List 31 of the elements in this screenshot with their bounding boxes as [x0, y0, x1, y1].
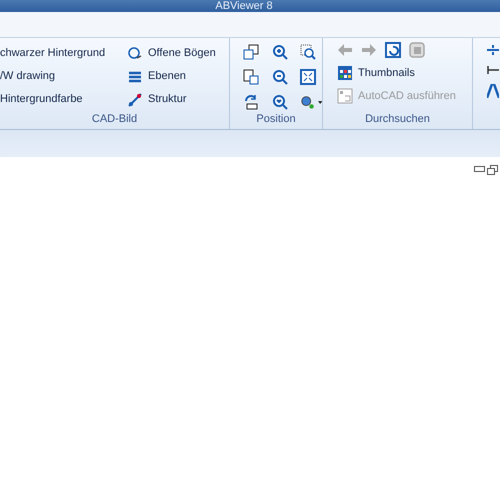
- rotate-icon[interactable]: [243, 94, 259, 110]
- ribbon-button[interactable]: Hintergrundfarbe: [0, 88, 127, 111]
- document-icon: [337, 88, 353, 104]
- ribbon-button[interactable]: /W drawing: [0, 65, 127, 88]
- refresh-page-icon[interactable]: [385, 42, 401, 58]
- zoom-window-icon[interactable]: [300, 44, 316, 60]
- structure-icon: [127, 92, 143, 108]
- window-title: ABViewer 8: [215, 1, 273, 12]
- zoom-in-icon[interactable]: [272, 44, 288, 60]
- pages-icon[interactable]: [243, 44, 259, 60]
- group-label: Durchsuchen: [364, 112, 431, 127]
- dropdown-caret-icon[interactable]: [318, 100, 322, 104]
- circle-icon: [127, 46, 143, 62]
- dimension-icon[interactable]: [487, 64, 499, 76]
- zoom-previous-icon[interactable]: [272, 94, 288, 110]
- grid-icon: [337, 65, 353, 81]
- ribbon-button[interactable]: Ebenen: [127, 65, 216, 88]
- ribbon-button[interactable]: Struktur: [127, 88, 216, 111]
- ribbon-button[interactable]: chwarzer Hintergrund: [0, 42, 127, 65]
- zoom-out-icon[interactable]: [272, 69, 288, 85]
- minimize-icon[interactable]: [474, 165, 485, 172]
- group-label: CAD-Bild: [90, 112, 138, 127]
- ribbon-button[interactable]: Thumbnails: [337, 65, 456, 81]
- fit-icon[interactable]: [300, 69, 316, 85]
- globe-magnifier-icon[interactable]: [300, 94, 315, 110]
- distribute-icon[interactable]: [487, 44, 499, 56]
- text-style-icon[interactable]: [487, 84, 499, 98]
- ribbon-button[interactable]: Offene Bögen: [127, 42, 216, 65]
- group-label: Position: [255, 112, 297, 127]
- restore-icon[interactable]: [487, 165, 498, 175]
- pages-icon[interactable]: [243, 69, 259, 85]
